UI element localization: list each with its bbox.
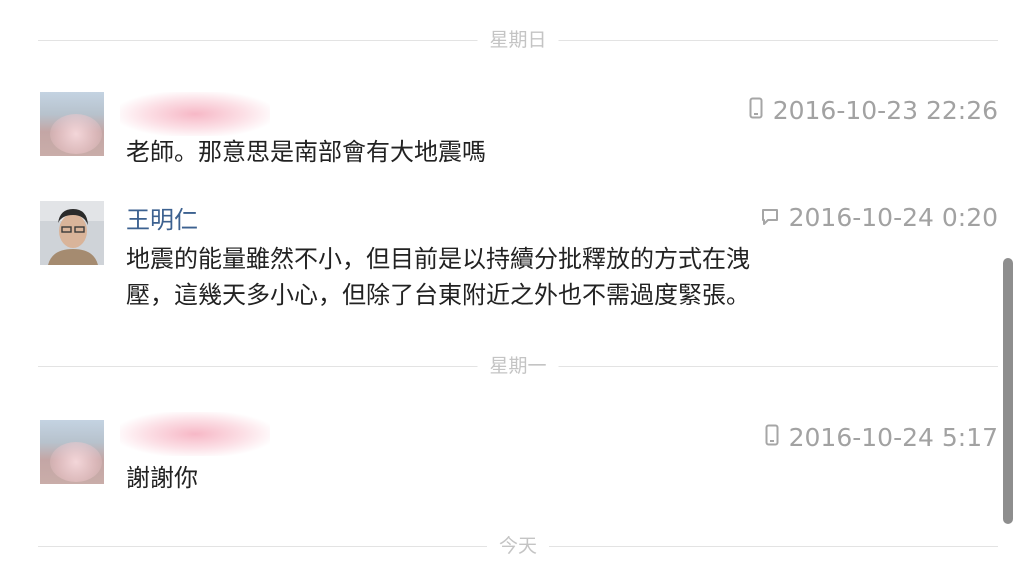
message-item[interactable]: 王明仁 2016-10-24 0:20 地震的能量雖然不小，但目前是以持續分批釋…	[40, 201, 998, 321]
message-thread: 星期日 2016-10-23 22:26 老師。那意思是南部會有大地震嗎 王明仁…	[0, 0, 1024, 571]
message-text: 老師。那意思是南部會有大地震嗎	[126, 138, 486, 166]
chat-icon	[761, 203, 779, 233]
sender-name-blurred[interactable]	[120, 412, 270, 456]
message-text-line: 壓，這幾天多小心，但除了台東附近之外也不需過度緊張。	[126, 281, 750, 309]
day-label: 星期一	[477, 356, 559, 376]
phone-icon	[765, 423, 779, 453]
message-meta: 2016-10-23 22:26	[749, 96, 998, 126]
sender-name-blurred[interactable]	[120, 92, 270, 136]
message-item[interactable]: 2016-10-24 5:17 謝謝你	[40, 412, 998, 500]
message-item[interactable]: 2016-10-23 22:26 老師。那意思是南部會有大地震嗎	[40, 92, 998, 172]
day-label: 星期日	[477, 30, 559, 50]
avatar[interactable]	[40, 92, 104, 156]
message-text-line: 地震的能量雖然不小，但目前是以持續分批釋放的方式在洩	[126, 245, 750, 273]
day-separator: 星期一	[38, 356, 998, 376]
day-separator: 星期日	[38, 30, 998, 50]
message-text: 地震的能量雖然不小，但目前是以持續分批釋放的方式在洩 壓，這幾天多小心，但除了台…	[126, 241, 886, 313]
timestamp: 2016-10-23 22:26	[772, 96, 998, 125]
message-meta: 2016-10-24 5:17	[765, 423, 998, 453]
day-separator: 今天	[38, 536, 998, 556]
phone-icon	[749, 96, 763, 126]
timestamp: 2016-10-24 5:17	[788, 423, 998, 452]
message-meta: 2016-10-24 0:20	[761, 203, 998, 233]
message-text: 謝謝你	[126, 464, 198, 492]
timestamp: 2016-10-24 0:20	[788, 203, 998, 232]
avatar[interactable]	[40, 201, 104, 265]
day-label: 今天	[486, 536, 550, 556]
avatar[interactable]	[40, 420, 104, 484]
sender-name[interactable]: 王明仁	[126, 205, 198, 235]
scrollbar-thumb[interactable]	[1003, 258, 1013, 524]
